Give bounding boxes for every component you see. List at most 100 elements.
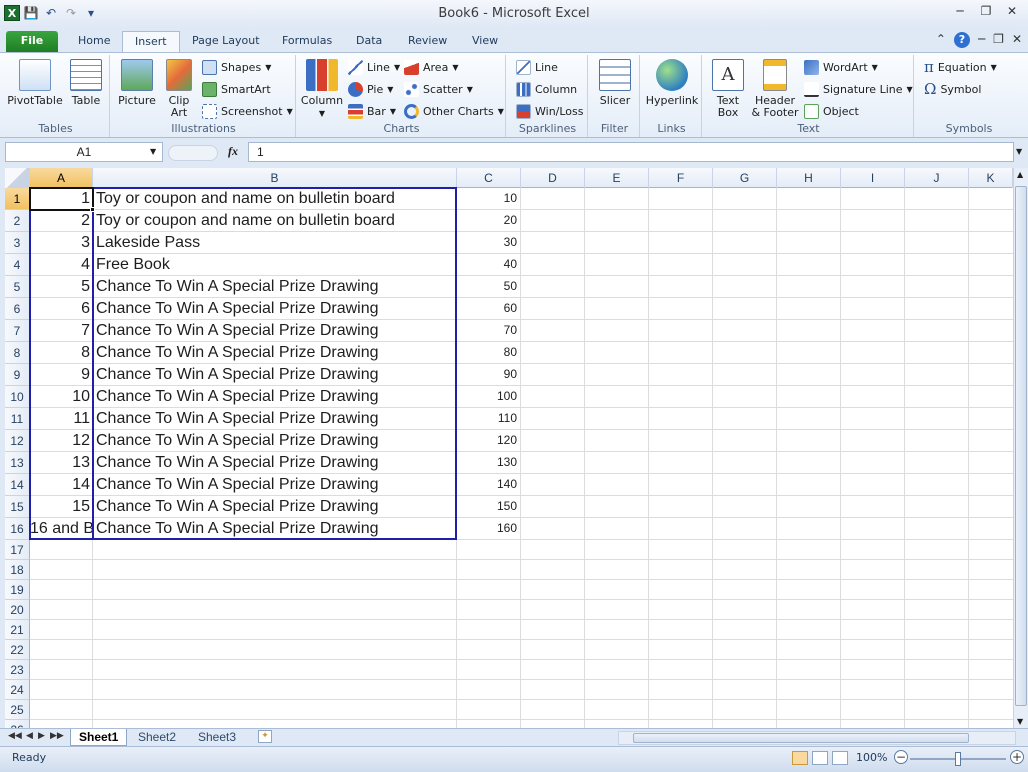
column-header-g[interactable]: G [713,168,777,188]
header-footer-button[interactable]: Header & Footer [750,57,800,119]
column-header-h[interactable]: H [777,168,841,188]
first-sheet-icon[interactable]: ◀◀ [8,731,22,741]
scroll-up-icon[interactable]: ▲ [1017,170,1023,179]
help-icon[interactable]: ? [953,32,970,48]
zoom-in-icon[interactable]: + [1010,750,1024,764]
cell-a12[interactable]: 12 [30,430,92,451]
tab-data[interactable]: Data [344,31,394,52]
row-header-5[interactable]: 5 [5,276,30,298]
row-header-24[interactable]: 24 [5,680,30,700]
sheet-tab-3[interactable]: Sheet3 [190,729,244,746]
column-header-d[interactable]: D [521,168,585,188]
row-header-11[interactable]: 11 [5,408,30,430]
row-header-21[interactable]: 21 [5,620,30,640]
cell-a9[interactable]: 9 [30,364,92,385]
close-icon[interactable]: ✕ [1002,4,1022,22]
vertical-scrollbar[interactable]: ▲ ▼ [1013,168,1028,728]
row-header-2[interactable]: 2 [5,210,30,232]
pivottable-button[interactable]: PivotTable [6,57,64,107]
scroll-down-icon[interactable]: ▼ [1017,717,1023,726]
cell-b1[interactable]: Toy or coupon and name on bulletin board [93,188,456,209]
cell-a4[interactable]: 4 [30,254,92,275]
formula-input[interactable]: 1 [248,142,1014,162]
insert-function-icon[interactable]: fx [228,144,238,159]
minimize-ribbon-icon[interactable]: ⌃ [936,32,946,48]
cell-a11[interactable]: 11 [30,408,92,429]
tab-file[interactable]: File [6,31,58,52]
screenshot-button[interactable]: Screenshot ▼ [202,101,293,121]
row-header-10[interactable]: 10 [5,386,30,408]
row-header-7[interactable]: 7 [5,320,30,342]
row-header-23[interactable]: 23 [5,660,30,680]
cell-b15[interactable]: Chance To Win A Special Prize Drawing [93,496,456,517]
zoom-slider[interactable] [910,752,1006,766]
row-header-19[interactable]: 19 [5,580,30,600]
row-header-3[interactable]: 3 [5,232,30,254]
cell-a5[interactable]: 5 [30,276,92,297]
cell-c1[interactable]: 10 [457,188,520,209]
smartart-button[interactable]: SmartArt [202,79,271,99]
cell-a13[interactable]: 13 [30,452,92,473]
prev-sheet-icon[interactable]: ◀ [26,731,33,741]
row-header-13[interactable]: 13 [5,452,30,474]
cell-b11[interactable]: Chance To Win A Special Prize Drawing [93,408,456,429]
picture-button[interactable]: Picture [114,57,160,107]
insert-sheet-icon[interactable]: ✦ [258,730,272,743]
cell-a8[interactable]: 8 [30,342,92,363]
workbook-close-icon[interactable]: ✕ [1012,32,1022,48]
other-charts-button[interactable]: Other Charts ▼ [404,101,504,121]
signature-line-button[interactable]: Signature Line ▼ [804,79,913,99]
row-header-8[interactable]: 8 [5,342,30,364]
tab-formulas[interactable]: Formulas [270,31,344,52]
chevron-down-icon[interactable]: ▼ [150,147,156,156]
next-sheet-icon[interactable]: ▶ [38,731,45,741]
cell-a6[interactable]: 6 [30,298,92,319]
equation-button[interactable]: π Equation ▼ [924,57,997,77]
cell-b4[interactable]: Free Book [93,254,456,275]
sheet-tab-2[interactable]: Sheet2 [130,729,184,746]
row-header-12[interactable]: 12 [5,430,30,452]
wordart-button[interactable]: WordArt ▼ [804,57,878,77]
cell-a2[interactable]: 2 [30,210,92,231]
tab-view[interactable]: View [460,31,510,52]
fill-handle[interactable] [90,207,95,212]
row-header-22[interactable]: 22 [5,640,30,660]
sheet-tab-1[interactable]: Sheet1 [70,729,128,746]
worksheet-grid[interactable]: ABCDEFGHIJK 1 2 3 4 5 6 7 8 9 10 11 12 13 14 15 16 17 18 1… [5,168,1013,728]
column-header-e[interactable]: E [585,168,649,188]
cell-b9[interactable]: Chance To Win A Special Prize Drawing [93,364,456,385]
horizontal-scrollbar[interactable] [618,731,1016,745]
pie-chart-button[interactable]: Pie ▼ [348,79,393,99]
cell-c7[interactable]: 70 [457,320,520,341]
expand-formula-bar-icon[interactable]: ▼ [1016,147,1022,156]
restore-icon[interactable]: ❐ [976,4,996,22]
row-header-26[interactable]: 26 [5,720,30,728]
row-header-25[interactable]: 25 [5,700,30,720]
row-header-20[interactable]: 20 [5,600,30,620]
text-box-button[interactable]: A Text Box [706,57,750,119]
last-sheet-icon[interactable]: ▶▶ [50,731,64,741]
cell-c8[interactable]: 80 [457,342,520,363]
column-header-k[interactable]: K [969,168,1013,188]
cell-a15[interactable]: 15 [30,496,92,517]
scatter-chart-button[interactable]: Scatter ▼ [404,79,473,99]
slicer-button[interactable]: Slicer [594,57,636,107]
line-chart-button[interactable]: Line ▼ [348,57,400,77]
row-header-15[interactable]: 15 [5,496,30,518]
horizontal-scroll-thumb[interactable] [633,733,969,743]
cell-a3[interactable]: 3 [30,232,92,253]
zoom-level[interactable]: 100% [856,751,887,764]
hyperlink-button[interactable]: Hyperlink [644,57,700,107]
cell-c6[interactable]: 60 [457,298,520,319]
sparkline-line-button[interactable]: Line [516,57,558,77]
cell-a16[interactable]: 16 and B [30,518,92,539]
column-header-b[interactable]: B [93,168,457,188]
workbook-restore-icon[interactable]: ❐ [993,32,1004,48]
cell-c3[interactable]: 30 [457,232,520,253]
table-button[interactable]: Table [66,57,106,107]
tab-insert[interactable]: Insert [122,31,180,52]
cell-c10[interactable]: 100 [457,386,520,407]
column-header-a[interactable]: A [30,168,93,188]
row-header-6[interactable]: 6 [5,298,30,320]
select-all-corner[interactable] [5,168,30,188]
